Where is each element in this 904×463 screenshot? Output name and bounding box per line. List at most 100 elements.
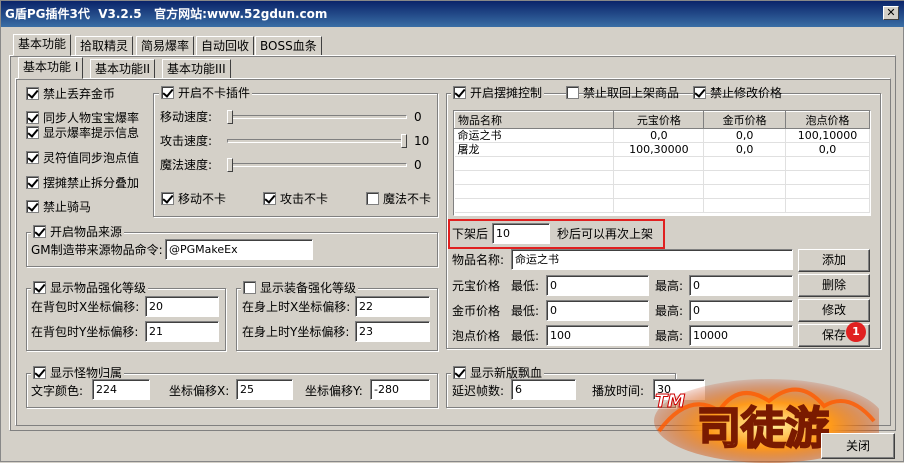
- cell: [613, 156, 705, 171]
- tab-basic[interactable]: 基本功能: [13, 34, 72, 56]
- move-speed-thumb[interactable]: [227, 110, 233, 124]
- checkbox-box[interactable]: [263, 192, 276, 205]
- gold-min-input[interactable]: 0: [546, 300, 649, 321]
- check-no-ride[interactable]: 禁止骑马: [26, 200, 91, 214]
- checkbox-box[interactable]: [366, 192, 379, 205]
- bag-x-input[interactable]: 20: [145, 296, 219, 317]
- check-sync-rune[interactable]: 灵符值同步泡点值: [26, 151, 139, 165]
- check-attack-nolag[interactable]: 攻击不卡: [263, 192, 328, 206]
- col-paodian[interactable]: 泡点价格: [785, 111, 870, 129]
- checkbox-box[interactable]: [243, 281, 256, 294]
- offset-x-label: 坐标偏移X:: [169, 384, 230, 398]
- cell: 0,0: [785, 142, 870, 157]
- cell: [613, 198, 705, 213]
- delete-button[interactable]: 删除: [798, 274, 870, 297]
- check-item-enhance[interactable]: 显示物品强化等级: [31, 281, 149, 295]
- relist-seconds-input[interactable]: 10: [492, 223, 550, 244]
- checkbox-box[interactable]: [26, 176, 39, 189]
- table-row[interactable]: 命运之书 0,0 0,0 100,10000: [454, 128, 870, 143]
- plugin-window: G盾PG插件3代 V3.2.5 官方网站:www.52gdun.com ✕ 基本…: [0, 0, 904, 463]
- item-name-input[interactable]: 命运之书: [511, 249, 793, 270]
- gold-max-label: 最高:: [655, 304, 684, 318]
- check-float-blood[interactable]: 显示新版飘血: [451, 366, 545, 380]
- yuanbao-max-label: 最高:: [655, 279, 684, 293]
- add-button[interactable]: 添加: [798, 249, 870, 272]
- tab-basic-2[interactable]: 基本功能II: [90, 59, 156, 79]
- logo-text: 司徒游: [697, 403, 829, 454]
- gm-command-label: GM制造带来源物品命令:: [31, 243, 163, 257]
- tab-recycle[interactable]: 自动回收: [196, 36, 255, 56]
- cell: 0,0: [613, 128, 705, 143]
- item-name-label: 物品名称:: [452, 253, 505, 267]
- group-title: 开启摆摊控制: [470, 86, 543, 100]
- offset-x-input[interactable]: 25: [236, 379, 293, 400]
- checkbox-box[interactable]: [453, 86, 466, 99]
- checkbox-box[interactable]: [26, 151, 39, 164]
- delay-input[interactable]: 6: [511, 379, 576, 400]
- check-equip-enhance[interactable]: 显示装备强化等级: [241, 281, 359, 295]
- body-x-input[interactable]: 22: [355, 296, 430, 317]
- group-title: 显示物品强化等级: [50, 281, 147, 295]
- cell: 屠龙: [454, 142, 615, 157]
- gm-command-input[interactable]: @PGMakeEx: [165, 239, 313, 260]
- paodian-max-input[interactable]: 10000: [689, 325, 793, 346]
- attack-speed-thumb[interactable]: [401, 134, 407, 148]
- check-show-rate-tip[interactable]: 显示爆率提示信息: [26, 126, 139, 140]
- close-button[interactable]: 关闭: [821, 433, 895, 459]
- checkbox-box[interactable]: [33, 281, 46, 294]
- checkbox-box[interactable]: [33, 225, 46, 238]
- move-speed-track[interactable]: [227, 115, 407, 119]
- tab-pickup[interactable]: 拾取精灵: [75, 36, 134, 56]
- checkbox-box[interactable]: [161, 192, 174, 205]
- magic-speed-thumb[interactable]: [227, 158, 233, 172]
- text-color-label: 文字颜色:: [31, 384, 84, 398]
- check-move-nolag[interactable]: 移动不卡: [161, 192, 226, 206]
- bag-y-input[interactable]: 21: [145, 321, 219, 342]
- gold-label: 金币价格: [452, 304, 501, 318]
- tab-basic-1[interactable]: 基本功能 I: [18, 57, 84, 79]
- col-item-name[interactable]: 物品名称: [453, 111, 615, 129]
- body-y-input[interactable]: 23: [355, 321, 430, 342]
- window-close-button[interactable]: ✕: [883, 6, 899, 20]
- col-yuanbao[interactable]: 元宝价格: [613, 111, 705, 129]
- stall-item-list[interactable]: 物品名称 元宝价格 金币价格 泡点价格 命运之书 0,0 0,0 100,100…: [453, 110, 871, 216]
- edit-button[interactable]: 修改: [798, 299, 870, 322]
- paodian-min-input[interactable]: 100: [546, 325, 649, 346]
- check-no-retrieve[interactable]: 禁止取回上架商品: [566, 86, 679, 100]
- checkbox-box[interactable]: [693, 86, 706, 99]
- stall-table: 物品名称 元宝价格 金币价格 泡点价格 命运之书 0,0 0,0 100,100…: [453, 111, 870, 213]
- checkbox-box[interactable]: [26, 126, 39, 139]
- gold-max-input[interactable]: 0: [689, 300, 793, 321]
- col-gold[interactable]: 金币价格: [703, 111, 787, 129]
- check-label: 显示爆率提示信息: [43, 126, 140, 140]
- check-stall-control[interactable]: 开启摆摊控制: [451, 86, 545, 100]
- check-magic-nolag[interactable]: 魔法不卡: [366, 192, 431, 206]
- paodian-min-label: 最低:: [511, 329, 540, 343]
- checkbox-box[interactable]: [26, 111, 39, 124]
- check-no-edit-price[interactable]: 禁止修改价格: [693, 86, 782, 100]
- check-nolag-plugin[interactable]: 开启不卡插件: [159, 86, 253, 100]
- magic-speed-track[interactable]: [227, 163, 407, 167]
- checkbox-box[interactable]: [161, 86, 174, 99]
- yuanbao-min-input[interactable]: 0: [546, 275, 649, 296]
- checkbox-box[interactable]: [26, 87, 39, 100]
- tab-boss-hp[interactable]: BOSS血条: [255, 36, 322, 56]
- cell: 100,30000: [613, 142, 705, 157]
- attack-speed-track[interactable]: [227, 139, 407, 143]
- check-sync-pet-rate[interactable]: 同步人物宝宝爆率: [26, 111, 139, 125]
- checkbox-box[interactable]: [33, 366, 46, 379]
- checkbox-box[interactable]: [26, 200, 39, 213]
- tab-basic-3[interactable]: 基本功能III: [162, 59, 231, 79]
- yuanbao-max-input[interactable]: 0: [689, 275, 793, 296]
- checkbox-box[interactable]: [566, 86, 579, 99]
- check-item-source[interactable]: 开启物品来源: [31, 225, 125, 239]
- cell: [703, 184, 787, 199]
- table-row[interactable]: 屠龙 100,30000 0,0 0,0: [454, 142, 870, 157]
- check-no-split-stack[interactable]: 摆摊禁止拆分叠加: [26, 176, 139, 190]
- check-monster-owner[interactable]: 显示怪物归属: [31, 366, 125, 380]
- offset-y-input[interactable]: -280: [370, 379, 430, 400]
- tab-droprate[interactable]: 简易爆率: [136, 36, 195, 56]
- check-no-drop-gold[interactable]: 禁止丢弃金币: [26, 87, 115, 101]
- text-color-input[interactable]: 224: [92, 379, 150, 400]
- checkbox-box[interactable]: [453, 366, 466, 379]
